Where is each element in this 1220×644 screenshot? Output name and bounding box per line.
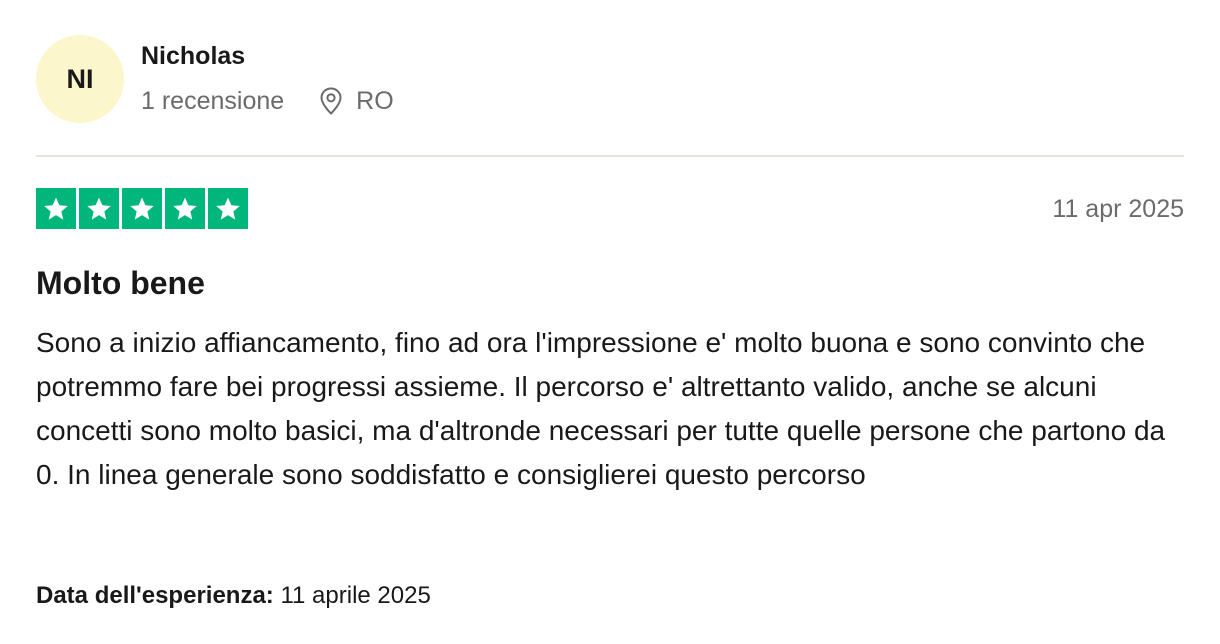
review-title[interactable]: Molto bene (36, 262, 205, 304)
star-icon (79, 188, 119, 229)
reviewer-name[interactable]: Nicholas (141, 40, 245, 72)
experience-date: Data dell'esperienza: 11 aprile 2025 (36, 579, 431, 613)
avatar-initials: NI (66, 63, 94, 94)
avatar[interactable]: NI (36, 35, 124, 123)
star-icon (36, 188, 76, 229)
review-card: NI Nicholas 1 recensione RO 11 apr 2025 … (0, 0, 1220, 644)
experience-label: Data dell'esperienza: (36, 582, 274, 609)
reviewer-location: RO (318, 86, 394, 116)
review-count: 1 recensione (141, 86, 285, 115)
star-icon (122, 188, 162, 229)
experience-value: 11 aprile 2025 (280, 582, 431, 609)
star-rating (36, 188, 248, 229)
star-icon (165, 188, 205, 229)
review-date: 11 apr 2025 (1052, 195, 1184, 223)
reviewer-country: RO (356, 86, 394, 115)
star-icon (208, 188, 248, 229)
map-pin-icon (318, 86, 344, 116)
reviewer-meta: 1 recensione RO (141, 83, 394, 119)
divider (36, 155, 1184, 157)
review-body: Sono a inizio affiancamento, fino ad ora… (36, 327, 1166, 490)
